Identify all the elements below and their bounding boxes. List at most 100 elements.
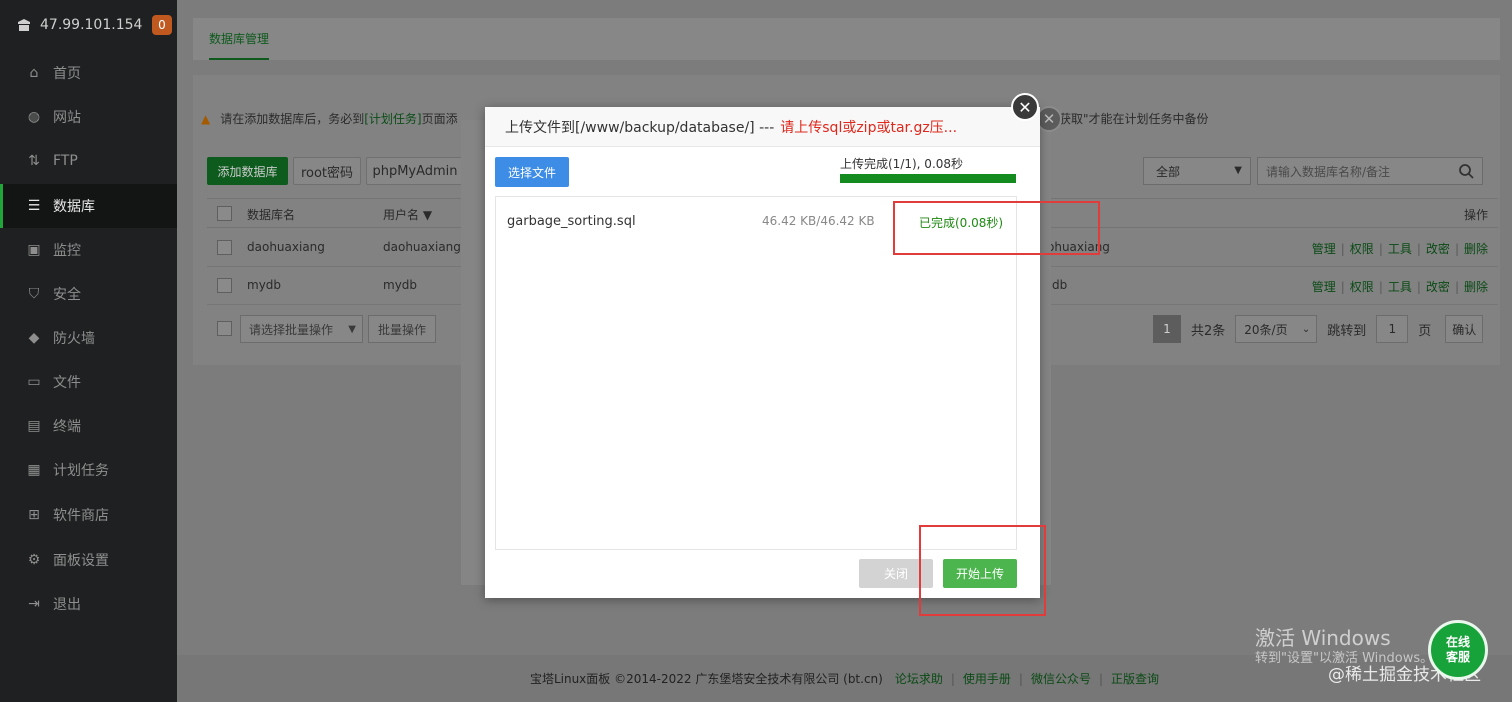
support-line2: 客服 (1445, 650, 1470, 664)
pagination: 1 共2条 20条/页 ⌄ 跳转到 1 页 确认 (1153, 315, 1484, 343)
goto-input[interactable]: 1 (1376, 315, 1409, 343)
terminal-icon: ▤ (27, 418, 41, 434)
cron-link[interactable]: [计划任务] (364, 110, 421, 127)
filter-select[interactable]: 全部 ▼ (1143, 157, 1251, 185)
row-checkbox[interactable] (217, 240, 232, 255)
phpmyadmin-button[interactable]: phpMyAdmin (366, 157, 464, 185)
total-count: 共2条 (1191, 323, 1226, 339)
tab-bar: 数据库管理 (193, 18, 1500, 60)
db-note[interactable]: db (1052, 278, 1067, 292)
sidebar-item-files[interactable]: ▭ 文件 (0, 360, 177, 404)
db-user: mydb (383, 278, 418, 292)
chevron-down-icon: ▼ (1234, 165, 1242, 176)
sidebar-item-label: 软件商店 (53, 508, 109, 524)
sidebar-item-label: FTP (53, 153, 78, 169)
sidebar-item-label: 监控 (53, 243, 81, 259)
sidebar-item-firewall[interactable]: ◆ 防火墙 (0, 316, 177, 360)
sidebar: 47.99.101.154 0 ⌂ 首页 ◍ 网站 ⇅ FTP ☰ 数据库 ▣ 监控 ⛉ 安… (0, 0, 177, 702)
batch-select[interactable]: 请选择批量操作 ▼ (240, 315, 363, 343)
warning-text-post: 页面添 (421, 112, 458, 126)
online-support-button[interactable]: 在线 客服 (1428, 620, 1488, 680)
shield-icon: ⛉ (28, 286, 40, 302)
annotation-start-box (919, 525, 1046, 616)
warning-icon: ▲ (201, 111, 211, 126)
progress-label: 上传完成(1/1), 0.08秒 (840, 157, 964, 171)
server-icon (18, 19, 30, 31)
page-current[interactable]: 1 (1153, 315, 1181, 343)
monitor-icon: ▣ (27, 242, 41, 258)
root-password-button[interactable]: root密码 (293, 157, 361, 185)
sidebar-item-label: 安全 (53, 287, 81, 303)
filter-value: 全部 (1156, 164, 1181, 179)
copyright: 宝塔Linux面板 ©2014-2022 广东堡塔安全技术有限公司 (bt.cn… (529, 672, 883, 686)
sidebar-item-ftp[interactable]: ⇅ FTP (0, 139, 177, 183)
manage-link[interactable]: 管理 (1312, 280, 1336, 294)
logout-icon: ⇥ (28, 596, 40, 612)
sidebar-item-monitor[interactable]: ▣ 监控 (0, 228, 177, 272)
search-input[interactable]: 请输入数据库名称/备注 (1257, 157, 1483, 185)
sidebar-item-database[interactable]: ☰ 数据库 (0, 184, 177, 228)
choose-file-button[interactable]: 选择文件 (495, 157, 569, 187)
page-unit: 页 (1418, 323, 1432, 339)
globe-icon: ◍ (27, 109, 41, 125)
sidebar-item-cron[interactable]: ▦ 计划任务 (0, 448, 177, 492)
tools-link[interactable]: 工具 (1388, 280, 1412, 294)
goto-confirm-button[interactable]: 确认 (1445, 315, 1484, 343)
forum-link[interactable]: 论坛求助 (895, 670, 943, 687)
annotation-status-box (893, 201, 1100, 255)
search-placeholder: 请输入数据库名称/备注 (1266, 164, 1391, 179)
sidebar-item-terminal[interactable]: ▤ 终端 (0, 404, 177, 448)
tools-link[interactable]: 工具 (1388, 242, 1412, 256)
batch-checkbox[interactable] (217, 321, 232, 336)
sidebar-item-settings[interactable]: ⚙ 面板设置 (0, 538, 177, 582)
progress-fill (840, 174, 1016, 183)
header-user-label: 用户名 (383, 208, 420, 222)
sidebar-item-website[interactable]: ◍ 网站 (0, 95, 177, 139)
row-checkbox[interactable] (217, 278, 232, 293)
sidebar-item-label: 防火墙 (53, 331, 95, 347)
change-password-link[interactable]: 改密 (1426, 280, 1450, 294)
home-icon: ⌂ (29, 65, 39, 81)
header-name[interactable]: 数据库名 (247, 206, 295, 223)
firewall-icon: ◆ (28, 330, 40, 346)
per-page-select[interactable]: 20条/页 ⌄ (1235, 315, 1318, 343)
settings-icon: ⚙ (27, 552, 41, 568)
db-name: daohuaxiang (247, 240, 325, 254)
delete-link[interactable]: 删除 (1464, 280, 1488, 294)
manual-link[interactable]: 使用手册 (963, 670, 1011, 687)
manage-link[interactable]: 管理 (1312, 242, 1336, 256)
select-all-checkbox[interactable] (217, 206, 232, 221)
change-password-link[interactable]: 改密 (1426, 242, 1450, 256)
tab-database-manage[interactable]: 数据库管理 (209, 18, 270, 60)
license-link[interactable]: 正版查询 (1111, 670, 1159, 687)
add-database-button[interactable]: 添加数据库 (207, 157, 288, 185)
backup-warning: ▲ 请在添加数据库后，务必到 [计划任务] 页面添 (201, 110, 458, 127)
modal-title: 上传文件到[/www/backup/database/] --- 请上传sql或… (485, 107, 1040, 147)
warning-text: 请在添加数据库后，务必到 (220, 112, 365, 126)
header-user[interactable]: 用户名 ▼ (383, 206, 432, 223)
sidebar-item-label: 文件 (53, 375, 81, 391)
batch-select-value: 请选择批量操作 (249, 322, 334, 337)
apps-icon: ⊞ (28, 507, 40, 523)
sidebar-item-logout[interactable]: ⇥ 退出 (0, 582, 177, 626)
ftp-icon: ⇅ (28, 153, 40, 169)
search-icon[interactable] (1458, 163, 1474, 179)
server-header: 47.99.101.154 (0, 0, 177, 50)
sidebar-item-home[interactable]: ⌂ 首页 (0, 51, 177, 95)
delete-link[interactable]: 删除 (1464, 242, 1488, 256)
modal-close-icon[interactable]: ✕ (1011, 93, 1039, 121)
alert-badge[interactable]: 0 (152, 15, 172, 35)
db-name: mydb (247, 278, 282, 292)
modal-title-text: 上传文件到[/www/backup/database/] --- (505, 119, 775, 136)
sidebar-item-label: 首页 (53, 66, 81, 82)
permission-link[interactable]: 权限 (1350, 280, 1374, 294)
per-page-value: 20条/页 (1244, 322, 1288, 337)
sidebar-item-label: 数据库 (53, 199, 95, 215)
sidebar-item-store[interactable]: ⊞ 软件商店 (0, 493, 177, 537)
batch-button[interactable]: 批量操作 (368, 315, 436, 343)
sidebar-item-security[interactable]: ⛉ 安全 (0, 272, 177, 316)
wechat-link[interactable]: 微信公众号 (1031, 670, 1091, 687)
chevron-down-icon: ▼ (348, 323, 356, 335)
permission-link[interactable]: 权限 (1350, 242, 1374, 256)
sidebar-item-label: 终端 (53, 419, 81, 435)
